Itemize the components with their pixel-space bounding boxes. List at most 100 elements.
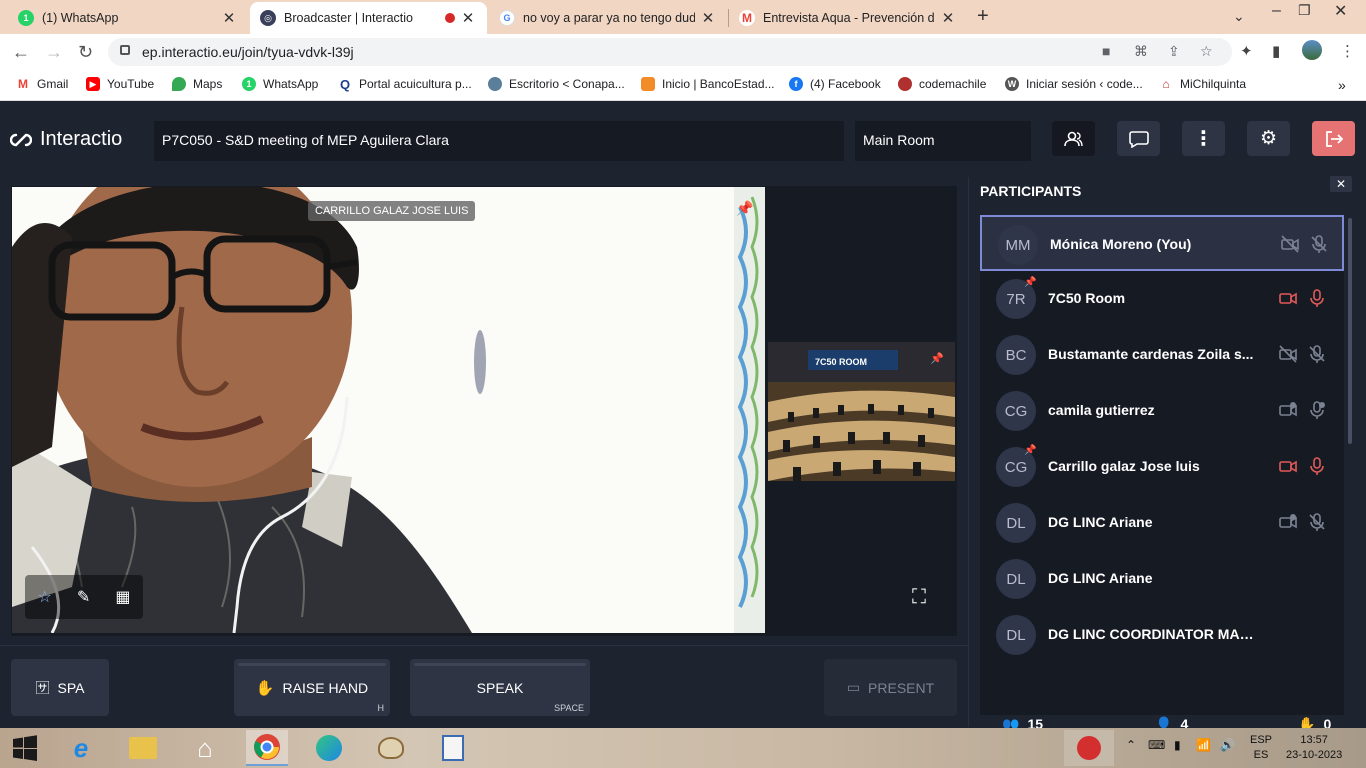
close-tab-icon[interactable]: ✕ — [939, 9, 957, 27]
pin-icon[interactable]: 📌 — [930, 352, 944, 365]
new-tab-button[interactable]: + — [977, 5, 989, 28]
camera-icon[interactable] — [1280, 234, 1300, 254]
camera-icon[interactable] — [1278, 568, 1298, 588]
participant-row-self[interactable]: MM Mónica Moreno (You) — [980, 215, 1344, 271]
bookmark-gmail[interactable]: M Gmail — [16, 77, 68, 91]
bookmark-maps[interactable]: Maps — [172, 77, 222, 91]
participant-row[interactable]: DL DG LINC COORDINATOR MARION N-G — [980, 607, 1344, 663]
share-icon[interactable]: ⇪ — [1168, 43, 1180, 60]
microphone-icon[interactable] — [1307, 624, 1327, 644]
tab-search-icon[interactable]: ⌄ — [1233, 8, 1245, 25]
minimize-button[interactable]: – — [1272, 2, 1281, 20]
more-bookmarks-icon[interactable]: » — [1338, 77, 1346, 93]
tab-gmail[interactable]: M Entrevista Aqua - Prevención de ✕ — [729, 2, 967, 34]
grid-view-icon[interactable]: ▦ — [115, 587, 130, 607]
input-language-indicator[interactable]: ESP ES — [1250, 733, 1272, 763]
bookmark-whatsapp[interactable]: 1 WhatsApp — [242, 77, 318, 91]
star-icon[interactable]: ☆ — [38, 587, 52, 607]
close-tab-icon[interactable]: ✕ — [699, 9, 717, 27]
microphone-icon[interactable] — [1307, 400, 1327, 420]
bookmark-label: YouTube — [107, 77, 155, 91]
show-hidden-icons[interactable]: ⌃ — [1126, 738, 1136, 752]
room-selector[interactable]: Main Room — [855, 121, 1031, 161]
maps-icon — [172, 77, 186, 91]
keyboard-icon[interactable]: ⌨ — [1148, 738, 1165, 752]
side-panel-icon[interactable]: ▮ — [1272, 42, 1280, 60]
main-speaker-video[interactable]: CARRILLO GALAZ JOSE LUIS 📌 — [12, 187, 765, 633]
speak-button[interactable]: SPEAK SPACE — [410, 659, 590, 716]
back-button[interactable]: ← — [12, 42, 30, 63]
restore-button[interactable]: ❐ — [1298, 2, 1311, 19]
room-video-tile[interactable]: 7C50 ROOM 📌 — [768, 342, 955, 481]
microphone-icon[interactable] — [1307, 288, 1327, 308]
close-window-button[interactable]: ✕ — [1334, 1, 1347, 21]
raise-hand-button[interactable]: ✋ RAISE HAND H — [234, 659, 390, 716]
leave-button[interactable] — [1312, 121, 1355, 156]
forward-button[interactable]: → — [45, 42, 63, 63]
camera-icon[interactable] — [1278, 288, 1298, 308]
wordpad-icon[interactable] — [432, 730, 474, 766]
battery-icon[interactable]: ▮ — [1174, 738, 1181, 752]
internet-explorer-icon[interactable]: e — [60, 730, 102, 766]
camera-icon[interactable] — [1278, 400, 1298, 420]
microphone-icon[interactable] — [1309, 234, 1329, 254]
paint-icon[interactable] — [370, 730, 412, 766]
network-icon[interactable]: 📶 — [1196, 738, 1211, 752]
start-button[interactable] — [4, 730, 46, 766]
reload-button[interactable]: ↻ — [78, 42, 93, 63]
participants-scrollbar[interactable] — [1348, 218, 1352, 444]
bookmark-label: MiChilquinta — [1180, 77, 1247, 91]
extensions-icon[interactable]: ✦ — [1240, 42, 1253, 60]
edge-icon[interactable] — [308, 730, 350, 766]
file-explorer-icon[interactable] — [122, 730, 164, 766]
microphone-icon[interactable] — [1307, 568, 1327, 588]
settings-button[interactable]: ⚙ — [1247, 121, 1290, 156]
bookmark-michilquinta[interactable]: ⌂ MiChilquinta — [1159, 77, 1246, 91]
close-panel-button[interactable]: ✕ — [1330, 176, 1352, 192]
bookmark-facebook[interactable]: f (4) Facebook — [789, 77, 881, 91]
camera-icon[interactable] — [1278, 512, 1298, 532]
profile-avatar[interactable] — [1302, 40, 1322, 60]
microphone-icon[interactable] — [1307, 344, 1327, 364]
microphone-icon[interactable] — [1307, 456, 1327, 476]
pin-toggle-icon[interactable]: ✎ — [77, 587, 90, 607]
camera-icon[interactable] — [1278, 624, 1298, 644]
close-tab-icon[interactable]: ✕ — [459, 9, 477, 27]
volume-icon[interactable]: 🔊 — [1220, 738, 1235, 752]
chrome-icon[interactable] — [246, 730, 288, 766]
present-button[interactable]: ▭ PRESENT — [824, 659, 957, 716]
bookmark-portal-acuicultura[interactable]: Q Portal acuicultura p... — [338, 77, 472, 92]
participant-row[interactable]: CG 📌 Carrillo galaz Jose luis — [980, 439, 1344, 495]
tab-whatsapp[interactable]: 1 (1) WhatsApp ✕ — [8, 2, 248, 34]
microphone-icon[interactable] — [1307, 512, 1327, 532]
participants-toggle-button[interactable] — [1052, 121, 1095, 156]
system-clock[interactable]: 13:57 23-10-2023 — [1286, 733, 1342, 763]
participant-row[interactable]: DL DG LINC Ariane — [980, 495, 1344, 551]
bookmark-iniciar-sesion[interactable]: W Iniciar sesión ‹ code... — [1005, 77, 1143, 91]
tab-broadcaster[interactable]: ◎ Broadcaster | Interactio ✕ — [250, 2, 487, 34]
camera-icon[interactable] — [1278, 344, 1298, 364]
more-options-button[interactable]: ⋮ — [1182, 121, 1225, 156]
tab-google-search[interactable]: G no voy a parar ya no tengo duda ✕ — [489, 2, 727, 34]
participant-row[interactable]: CG camila gutierrez — [980, 383, 1344, 439]
bookmark-youtube[interactable]: ▶ YouTube — [86, 77, 154, 91]
participant-row[interactable]: 7R 📌 7C50 Room — [980, 271, 1344, 327]
bookmark-codemachile[interactable]: codemachile — [898, 77, 986, 91]
language-button[interactable]: 🈂 SPA — [11, 659, 109, 716]
pin-icon[interactable]: 📌 — [736, 200, 753, 217]
translate-icon[interactable]: ⌘ — [1134, 43, 1148, 60]
bookmark-conapa[interactable]: Escritorio < Conapa... — [488, 77, 625, 91]
close-tab-icon[interactable]: ✕ — [220, 9, 238, 27]
omnibox[interactable]: ep.interactio.eu/join/tyua-vdvk-l39j ■ ⌘… — [108, 38, 1232, 66]
participant-row[interactable]: DL DG LINC Ariane — [980, 551, 1344, 607]
antivirus-tray-icon[interactable] — [1064, 730, 1114, 766]
chat-button[interactable] — [1117, 121, 1160, 156]
camera-icon[interactable]: ■ — [1102, 43, 1110, 59]
fullscreen-button[interactable]: ⛶ — [899, 577, 939, 617]
camera-icon[interactable] — [1278, 456, 1298, 476]
home-icon[interactable]: ⌂ — [184, 730, 226, 766]
participant-row[interactable]: BC Bustamante cardenas Zoila s... — [980, 327, 1344, 383]
bookmark-star-icon[interactable]: ☆ — [1200, 43, 1213, 60]
menu-icon[interactable]: ⋮ — [1340, 42, 1355, 60]
bookmark-bancoestado[interactable]: Inicio | BancoEstad... — [641, 77, 775, 91]
